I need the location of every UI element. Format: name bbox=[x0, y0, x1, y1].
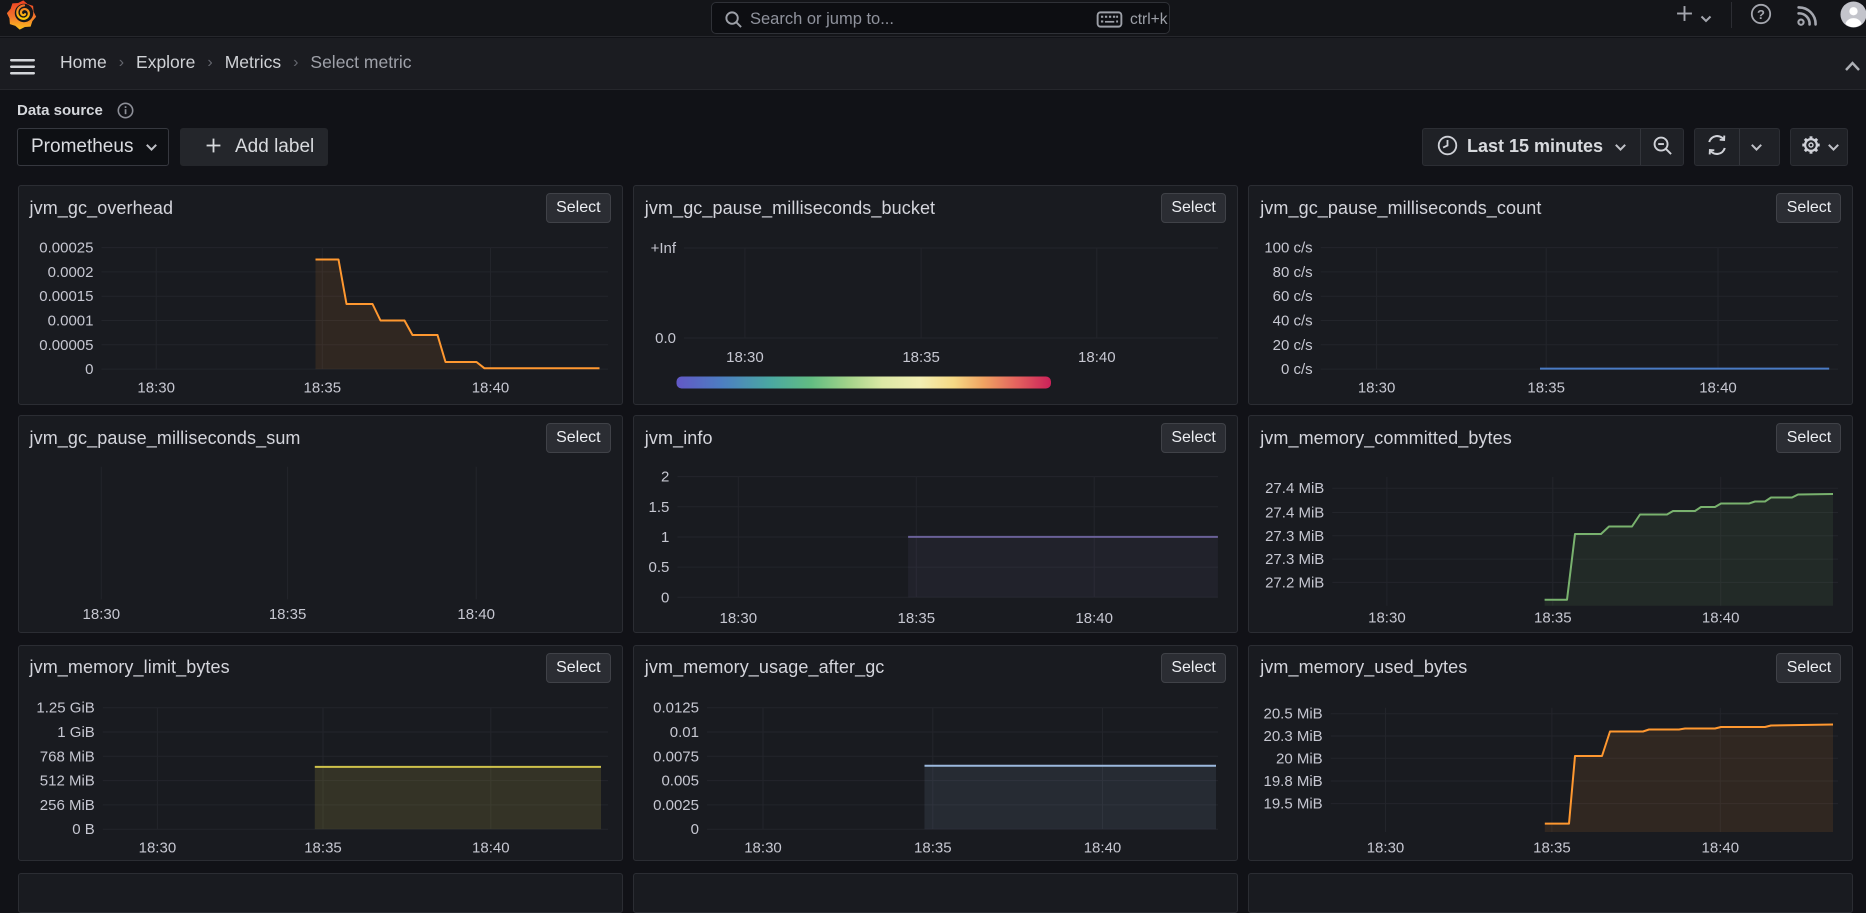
svg-text:18:30: 18:30 bbox=[82, 606, 120, 623]
svg-text:0: 0 bbox=[690, 821, 698, 838]
svg-text:18:40: 18:40 bbox=[471, 380, 509, 397]
svg-text:18:35: 18:35 bbox=[897, 610, 935, 627]
svg-text:80 c/s: 80 c/s bbox=[1273, 264, 1313, 281]
svg-text:27.3 MiB: 27.3 MiB bbox=[1265, 551, 1324, 568]
svg-text:18:40: 18:40 bbox=[1084, 839, 1122, 856]
svg-text:0.01: 0.01 bbox=[670, 724, 699, 741]
svg-text:18:35: 18:35 bbox=[268, 606, 306, 623]
svg-text:18:40: 18:40 bbox=[1075, 610, 1113, 627]
svg-text:18:40: 18:40 bbox=[1702, 610, 1740, 627]
svg-text:100 c/s: 100 c/s bbox=[1265, 240, 1313, 257]
svg-text:18:40: 18:40 bbox=[1702, 839, 1740, 856]
svg-text:?: ? bbox=[1757, 7, 1765, 22]
svg-text:0: 0 bbox=[661, 590, 669, 607]
svg-text:1: 1 bbox=[661, 529, 669, 546]
svg-text:0.5: 0.5 bbox=[648, 559, 669, 576]
svg-text:18:30: 18:30 bbox=[1358, 380, 1396, 397]
svg-text:18:30: 18:30 bbox=[726, 349, 764, 366]
svg-text:18:35: 18:35 bbox=[902, 349, 940, 366]
svg-text:0.0001: 0.0001 bbox=[47, 313, 93, 330]
svg-text:0.0075: 0.0075 bbox=[653, 748, 699, 765]
svg-text:0.0002: 0.0002 bbox=[47, 264, 93, 281]
svg-text:20 MiB: 20 MiB bbox=[1276, 750, 1323, 767]
svg-text:18:35: 18:35 bbox=[1533, 839, 1571, 856]
svg-text:768 MiB: 768 MiB bbox=[39, 748, 94, 765]
svg-text:18:35: 18:35 bbox=[1534, 610, 1572, 627]
svg-text:18:30: 18:30 bbox=[137, 380, 175, 397]
svg-text:512 MiB: 512 MiB bbox=[39, 772, 94, 789]
svg-text:0 B: 0 B bbox=[72, 821, 95, 838]
svg-text:256 MiB: 256 MiB bbox=[39, 797, 94, 814]
svg-text:18:40: 18:40 bbox=[472, 839, 510, 856]
svg-text:20.5 MiB: 20.5 MiB bbox=[1264, 705, 1323, 722]
svg-text:0.0: 0.0 bbox=[655, 330, 676, 347]
svg-text:19.5 MiB: 19.5 MiB bbox=[1264, 795, 1323, 812]
svg-text:1 GiB: 1 GiB bbox=[57, 724, 95, 741]
svg-text:20.3 MiB: 20.3 MiB bbox=[1264, 728, 1323, 745]
svg-text:18:30: 18:30 bbox=[138, 839, 176, 856]
svg-text:18:40: 18:40 bbox=[457, 606, 495, 623]
svg-text:+Inf: +Inf bbox=[650, 240, 676, 257]
svg-text:0.00015: 0.00015 bbox=[39, 288, 93, 305]
svg-text:20 c/s: 20 c/s bbox=[1273, 337, 1313, 354]
svg-text:18:35: 18:35 bbox=[1528, 380, 1566, 397]
svg-text:0.0025: 0.0025 bbox=[653, 797, 699, 814]
svg-text:18:35: 18:35 bbox=[303, 380, 341, 397]
svg-text:0.0125: 0.0125 bbox=[653, 699, 699, 716]
svg-text:18:35: 18:35 bbox=[304, 839, 342, 856]
svg-text:1.5: 1.5 bbox=[648, 499, 669, 516]
svg-text:18:30: 18:30 bbox=[1367, 839, 1405, 856]
svg-text:18:30: 18:30 bbox=[744, 839, 782, 856]
svg-text:27.4 MiB: 27.4 MiB bbox=[1265, 480, 1324, 497]
svg-text:60 c/s: 60 c/s bbox=[1273, 288, 1313, 305]
svg-text:27.3 MiB: 27.3 MiB bbox=[1265, 528, 1324, 545]
svg-text:18:30: 18:30 bbox=[719, 610, 757, 627]
svg-text:0 c/s: 0 c/s bbox=[1281, 361, 1313, 378]
svg-text:0: 0 bbox=[85, 361, 93, 378]
svg-text:27.4 MiB: 27.4 MiB bbox=[1265, 505, 1324, 522]
svg-text:2: 2 bbox=[661, 469, 669, 486]
svg-text:1.25 GiB: 1.25 GiB bbox=[36, 699, 94, 716]
svg-text:18:40: 18:40 bbox=[1699, 380, 1737, 397]
svg-text:18:30: 18:30 bbox=[1368, 610, 1406, 627]
svg-text:18:40: 18:40 bbox=[1078, 349, 1116, 366]
svg-text:0.00005: 0.00005 bbox=[39, 337, 93, 354]
svg-text:19.8 MiB: 19.8 MiB bbox=[1264, 773, 1323, 790]
svg-text:0.005: 0.005 bbox=[661, 772, 699, 789]
svg-text:27.2 MiB: 27.2 MiB bbox=[1265, 575, 1324, 592]
svg-text:0.00025: 0.00025 bbox=[39, 240, 93, 257]
svg-text:18:35: 18:35 bbox=[914, 839, 952, 856]
svg-text:40 c/s: 40 c/s bbox=[1273, 313, 1313, 330]
